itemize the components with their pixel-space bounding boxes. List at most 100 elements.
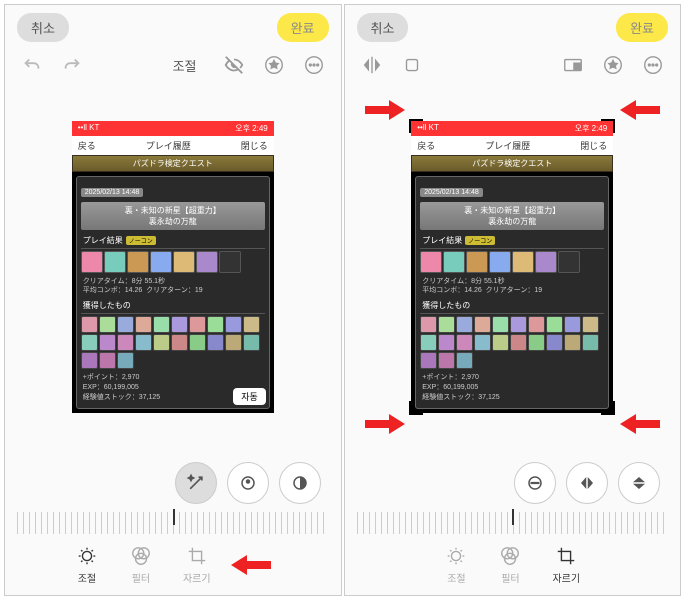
tab-adjust[interactable]: 조절 bbox=[75, 544, 99, 585]
clear-time: クリアタイム：8分 55.1秒 bbox=[422, 277, 602, 287]
canvas: ••ll KT 오후 2:49 戻る プレイ履歴 閉じる パズドラ検定クエスト … bbox=[5, 80, 341, 454]
left-panel: 취소 완료 조절 ••ll KT 오후 2:49 戻る プレイ履歴 閉じる パズ… bbox=[4, 4, 342, 596]
adjust-icon bbox=[75, 544, 99, 568]
brightness-button[interactable] bbox=[227, 462, 269, 504]
phone-statusbar: ••ll KT 오후 2:49 bbox=[72, 121, 274, 136]
rotate-icon[interactable] bbox=[401, 54, 423, 76]
phone-screenshot: ••ll KT 오후 2:49 戻る プレイ履歴 閉じる パズドラ検定クエスト … bbox=[72, 121, 274, 414]
crop-handle-tr[interactable] bbox=[601, 119, 615, 133]
auto-enhance-icon[interactable] bbox=[263, 54, 285, 76]
magic-wand-button[interactable] bbox=[175, 462, 217, 504]
contrast-button[interactable] bbox=[279, 462, 321, 504]
drops-grid bbox=[420, 316, 604, 369]
tab-filter-label: 필터 bbox=[132, 570, 150, 585]
bottom-tabs: 조절 필터 자르기 bbox=[5, 534, 341, 595]
flip-icon[interactable] bbox=[361, 54, 383, 76]
quest-subtitle: 裏永劫の万龍 bbox=[84, 216, 262, 227]
header: 취소 완료 bbox=[5, 5, 341, 50]
red-arrow-bl bbox=[365, 414, 405, 434]
stats-text: クリアタイム：8分 55.1秒 平均コンボ：14.26 クリアターン：19 bbox=[420, 275, 604, 299]
nocon-tag: ノーコン bbox=[126, 236, 156, 245]
quest-title-box: 裏・未知の新星【超重力】 裏永劫の万龍 bbox=[420, 202, 604, 230]
canvas: ••ll KT 오후 2:49 戻る プレイ履歴 閉じる パズドラ検定クエスト … bbox=[345, 80, 681, 454]
date-badge: 2025/02/13 14:48 bbox=[81, 188, 144, 197]
phone-navbar: 戻る プレイ履歴 閉じる bbox=[411, 136, 613, 155]
more-icon[interactable] bbox=[642, 54, 664, 76]
flip-h-button[interactable] bbox=[566, 462, 608, 504]
crop-handle-br[interactable] bbox=[601, 401, 615, 415]
tab-crop-label: 자르기 bbox=[552, 570, 580, 585]
auto-button[interactable]: 자동 bbox=[233, 388, 266, 405]
time: 오후 2:49 bbox=[235, 123, 268, 134]
done-button[interactable]: 완료 bbox=[277, 13, 329, 42]
carrier: ••ll KT bbox=[78, 123, 100, 134]
right-panel: 취소 완료 ••ll KT 오후 2:49 戻る プレイ履歴 閉じる bbox=[344, 4, 682, 596]
team-icon bbox=[81, 251, 103, 273]
red-arrow-br bbox=[620, 414, 660, 434]
team-row bbox=[420, 251, 604, 273]
more-icon[interactable] bbox=[303, 54, 325, 76]
team-icon bbox=[173, 251, 195, 273]
clear-time: クリアタイム：8分 55.1秒 bbox=[83, 277, 263, 287]
team-icon bbox=[196, 251, 218, 273]
turns: クリアターン：19 bbox=[486, 287, 542, 294]
quest-subtitle: 裏永劫の万龍 bbox=[423, 216, 601, 227]
back-label: 戻る bbox=[417, 139, 435, 152]
adjust-icon bbox=[444, 544, 468, 568]
crop-handle-bl[interactable] bbox=[409, 401, 423, 415]
nav-title: プレイ履歴 bbox=[485, 139, 530, 152]
team-icon bbox=[104, 251, 126, 273]
visibility-off-icon[interactable] bbox=[223, 54, 245, 76]
angle-ruler[interactable] bbox=[357, 512, 669, 534]
date-badge: 2025/02/13 14:48 bbox=[420, 188, 483, 197]
redo-icon[interactable] bbox=[61, 54, 83, 76]
value-ruler[interactable] bbox=[17, 512, 329, 534]
rotate-button[interactable] bbox=[514, 462, 556, 504]
exp: EXP：60,199,005 bbox=[422, 383, 602, 393]
close-label: 閉じる bbox=[580, 139, 607, 152]
edit-toolbar: 조절 bbox=[5, 50, 341, 80]
crop-handle-tl[interactable] bbox=[409, 119, 423, 133]
nav-title: プレイ履歴 bbox=[146, 139, 191, 152]
tab-crop[interactable]: 자르기 bbox=[552, 544, 580, 585]
red-arrow-tl bbox=[365, 100, 405, 120]
red-arrow bbox=[231, 555, 271, 575]
team-icon bbox=[127, 251, 149, 273]
team-icon bbox=[219, 251, 241, 273]
turns: クリアターン：19 bbox=[146, 287, 202, 294]
cancel-button[interactable]: 취소 bbox=[17, 13, 69, 42]
header: 취소 완료 bbox=[345, 5, 681, 50]
combo: 平均コンボ：14.26 bbox=[422, 287, 482, 294]
tab-filter[interactable]: 필터 bbox=[498, 544, 522, 585]
team-row bbox=[81, 251, 265, 273]
drops-grid bbox=[81, 316, 265, 369]
cancel-button[interactable]: 취소 bbox=[357, 13, 409, 42]
crop-icon bbox=[185, 544, 209, 568]
undo-icon[interactable] bbox=[21, 54, 43, 76]
filter-icon bbox=[498, 544, 522, 568]
action-buttons bbox=[5, 454, 341, 512]
rewards-text: +ポイント：2,970 EXP：60,199,005 経験値ストック：37,12… bbox=[420, 371, 604, 404]
aspect-icon[interactable] bbox=[562, 54, 584, 76]
phone-screenshot[interactable]: ••ll KT 오후 2:49 戻る プレイ履歴 閉じる パズドラ検定クエスト … bbox=[411, 121, 613, 414]
tab-filter-label: 필터 bbox=[501, 570, 519, 585]
tab-crop[interactable]: 자르기 bbox=[183, 544, 211, 585]
crop-icon bbox=[554, 544, 578, 568]
bottom-tabs: 조절 필터 자르기 bbox=[345, 534, 681, 595]
filter-icon bbox=[129, 544, 153, 568]
result-label: プレイ結果 bbox=[83, 235, 123, 246]
crop-toolbar bbox=[345, 50, 681, 80]
combo: 平均コンボ：14.26 bbox=[83, 287, 143, 294]
tab-adjust[interactable]: 조절 bbox=[444, 544, 468, 585]
auto-enhance-icon[interactable] bbox=[602, 54, 624, 76]
done-button[interactable]: 완료 bbox=[616, 13, 668, 42]
quest-title-box: 裏・未知の新星【超重力】 裏永劫の万龍 bbox=[81, 202, 265, 230]
points: +ポイント：2,970 bbox=[83, 373, 263, 383]
flip-v-button[interactable] bbox=[618, 462, 660, 504]
tab-filter[interactable]: 필터 bbox=[129, 544, 153, 585]
action-buttons bbox=[345, 454, 681, 512]
quest-title: 裏・未知の新星【超重力】 bbox=[84, 205, 262, 216]
drops-header: 獲得したもの bbox=[81, 298, 265, 314]
result-label: プレイ結果 bbox=[422, 235, 462, 246]
result-header: プレイ結果 ノーコン bbox=[81, 233, 265, 249]
